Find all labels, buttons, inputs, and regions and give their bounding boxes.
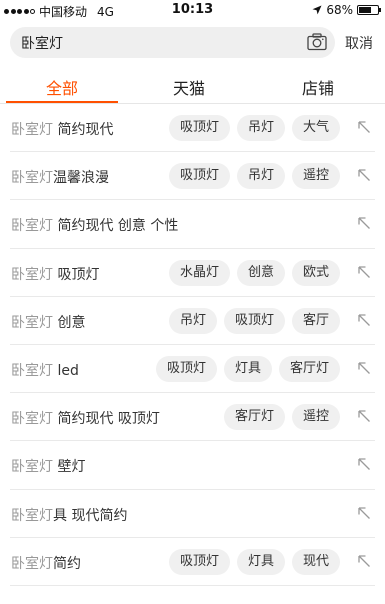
suggestion-row[interactable]: 卧室灯 创意 吊灯 吸顶灯 客厅 — [0, 297, 385, 346]
suggestion-completion: 简约现代 吸顶灯 — [53, 411, 160, 428]
suggestion-text[interactable]: 卧室灯具 现代简约 — [11, 505, 127, 525]
suggestion-completion: 温馨浪漫 — [53, 170, 109, 187]
active-tab-indicator — [6, 101, 118, 103]
suggestion-row[interactable]: 卧室灯 led 吸顶灯 灯具 客厅灯 — [0, 345, 385, 394]
tag-chip[interactable]: 遥控 — [291, 163, 340, 190]
tag-chips: 水晶灯 创意 欧式 — [168, 259, 340, 286]
search-input[interactable]: 卧室灯 — [10, 27, 335, 58]
suggestion-row[interactable]: 卧室灯 简约现代 吸顶灯 吊灯 大气 — [0, 104, 385, 153]
battery-icon — [357, 5, 381, 15]
location-arrow-icon — [312, 5, 322, 15]
suggestion-text[interactable]: 卧室灯温馨浪漫 — [11, 167, 109, 187]
fill-query-arrow-icon[interactable] — [357, 554, 371, 568]
suggestion-text[interactable]: 卧室灯 led — [11, 360, 79, 380]
tag-chip[interactable]: 客厅 — [291, 307, 340, 334]
tab-shops[interactable]: 店铺 — [302, 75, 334, 99]
suggestion-completion: 创意 — [53, 314, 86, 331]
suggestion-query-prefix: 卧室灯 — [11, 218, 53, 235]
suggestion-text[interactable]: 卧室灯 创意 — [11, 312, 85, 332]
suggestion-completion: 简约现代 创意 个性 — [53, 218, 179, 235]
tag-chip[interactable]: 客厅灯 — [223, 404, 285, 431]
tag-chips: 吸顶灯 吊灯 大气 — [168, 115, 340, 141]
tag-chips: 吸顶灯 灯具 客厅灯 — [155, 355, 340, 382]
tag-chip[interactable]: 创意 — [236, 259, 285, 286]
tag-chip[interactable]: 吊灯 — [236, 163, 285, 190]
battery-percent: 68% — [326, 3, 353, 17]
suggestion-completion: 吸顶灯 — [53, 266, 100, 283]
suggestion-completion: led — [53, 362, 79, 379]
fill-query-arrow-icon[interactable] — [357, 313, 371, 327]
fill-query-arrow-icon[interactable] — [357, 506, 371, 520]
tag-chips: 客厅灯 遥控 — [223, 404, 340, 431]
tab-tmall[interactable]: 天猫 — [173, 75, 205, 99]
tag-chip[interactable]: 现代 — [291, 548, 340, 575]
tag-chip[interactable]: 大气 — [291, 115, 340, 141]
fill-query-arrow-icon[interactable] — [357, 168, 371, 182]
tag-chip[interactable]: 遥控 — [291, 404, 340, 431]
suggestion-query-prefix: 卧室灯 — [11, 459, 53, 476]
suggestion-text[interactable]: 卧室灯 简约现代 — [11, 119, 113, 139]
suggestion-query-prefix: 卧室灯 — [11, 266, 53, 283]
suggestion-row[interactable]: 卧室灯具 现代简约 — [0, 490, 385, 538]
suggestion-query-prefix: 卧室灯 — [11, 122, 53, 138]
suggestion-completion: 壁灯 — [53, 459, 86, 476]
tag-chip[interactable]: 吸顶灯 — [168, 163, 230, 190]
suggestion-text[interactable]: 卧室灯 壁灯 — [11, 456, 85, 476]
status-right: 68% — [312, 3, 381, 17]
fill-query-arrow-icon[interactable] — [357, 265, 371, 279]
fill-query-arrow-icon[interactable] — [357, 409, 371, 423]
suggestion-query-prefix: 卧室灯 — [11, 170, 53, 187]
suggestion-completion: 具 现代简约 — [53, 507, 128, 524]
suggestion-text[interactable]: 卧室灯简约 — [11, 553, 81, 573]
suggestion-row[interactable]: 卧室灯温馨浪漫 吸顶灯 吊灯 遥控 — [0, 152, 385, 201]
suggestion-row[interactable]: 卧室灯简约 吸顶灯 灯具 现代 — [0, 538, 385, 587]
suggestion-query-prefix: 卧室灯 — [11, 507, 53, 524]
tag-chip[interactable]: 吸顶灯 — [155, 355, 217, 382]
suggestion-text[interactable]: 卧室灯 吸顶灯 — [11, 264, 99, 284]
tag-chip[interactable]: 吸顶灯 — [168, 548, 230, 575]
tag-chip[interactable]: 吊灯 — [236, 115, 285, 141]
tag-chip[interactable]: 灯具 — [236, 548, 285, 575]
suggestion-row[interactable]: 卧室灯 壁灯 — [0, 441, 385, 490]
suggestion-row[interactable]: 卧室灯 简约现代 创意 个性 — [0, 200, 385, 249]
tag-chips: 吊灯 吸顶灯 客厅 — [168, 307, 340, 334]
suggestion-query-prefix: 卧室灯 — [11, 314, 53, 331]
suggestion-query-prefix: 卧室灯 — [11, 555, 53, 572]
fill-query-arrow-icon[interactable] — [357, 120, 371, 134]
fill-query-arrow-icon[interactable] — [357, 216, 371, 230]
suggestion-completion: 简约现代 — [53, 122, 114, 138]
status-bar: 中国移动 4G 10:13 68% — [0, 0, 385, 20]
suggestion-text[interactable]: 卧室灯 简约现代 创意 个性 — [11, 215, 178, 235]
tag-chips: 吸顶灯 灯具 现代 — [168, 548, 340, 575]
suggestion-row[interactable]: 卧室灯 简约现代 吸顶灯 客厅灯 遥控 — [0, 393, 385, 442]
tag-chip[interactable]: 吊灯 — [168, 307, 217, 334]
suggestion-list: 卧室灯 简约现代 吸顶灯 吊灯 大气 卧室灯温馨浪漫 吸顶灯 吊灯 遥控 卧室灯 简约现代 创意… — [0, 104, 385, 587]
camera-icon[interactable] — [307, 33, 327, 51]
fill-query-arrow-icon[interactable] — [357, 361, 371, 375]
tag-chip[interactable]: 灯具 — [223, 355, 272, 382]
suggestion-query-prefix: 卧室灯 — [11, 411, 53, 428]
tag-chip[interactable]: 客厅灯 — [278, 355, 340, 382]
tag-chip[interactable]: 吸顶灯 — [223, 307, 285, 334]
tag-chip[interactable]: 水晶灯 — [168, 259, 230, 286]
suggestion-query-prefix: 卧室灯 — [11, 362, 53, 379]
tab-bar: 全部 天猫 店铺 — [0, 70, 385, 104]
tag-chip[interactable]: 欧式 — [291, 259, 340, 286]
tag-chips: 吸顶灯 吊灯 遥控 — [168, 163, 340, 190]
fill-query-arrow-icon[interactable] — [357, 457, 371, 471]
cancel-button[interactable]: 取消 — [345, 33, 373, 53]
suggestion-text[interactable]: 卧室灯 简约现代 吸顶灯 — [11, 408, 160, 428]
tab-all[interactable]: 全部 — [46, 75, 78, 99]
search-query: 卧室灯 — [21, 36, 63, 52]
tag-chip[interactable]: 吸顶灯 — [168, 115, 230, 141]
suggestion-row[interactable]: 卧室灯 吸顶灯 水晶灯 创意 欧式 — [0, 249, 385, 297]
suggestion-completion: 简约 — [53, 555, 81, 572]
